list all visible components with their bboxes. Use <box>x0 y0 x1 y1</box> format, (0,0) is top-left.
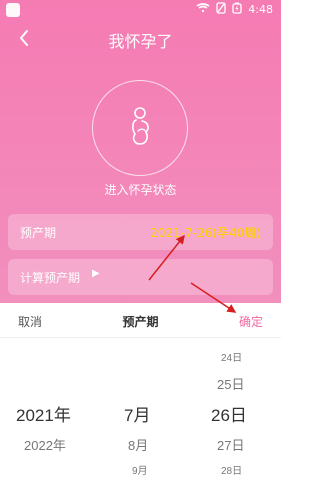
calculate-due-date-label: 计算预产期 <box>20 271 81 285</box>
page-title-text: 我怀孕了 <box>108 32 173 51</box>
month-option-selected[interactable]: 7月 <box>124 401 150 426</box>
day-option[interactable]: 24日 <box>221 349 242 364</box>
due-date-label: 预产期 <box>20 226 57 240</box>
day-option[interactable]: 28日 <box>221 462 242 477</box>
screen: 4:48 我怀孕了 进入怀孕状态 预产期 2021-7-26(孕40周) 计算预… <box>0 0 281 500</box>
notification-icon <box>6 3 20 17</box>
clock: 4:48 <box>248 3 273 16</box>
day-option-selected[interactable]: 26日 <box>211 401 247 426</box>
status-bar: 4:48 <box>0 0 281 20</box>
pregnancy-state-text: 进入怀孕状态 <box>104 183 177 197</box>
due-date-row[interactable]: 预产期 2021-7-26(孕40周) <box>8 214 273 250</box>
date-picker-sheet: 取消 预产期 确定 2021年 2022年 7月 8月 9月 24日 25日 2… <box>0 303 281 500</box>
day-option[interactable]: 27日 <box>217 435 244 454</box>
page-title: 我怀孕了 <box>0 24 281 56</box>
calculate-due-date-row[interactable]: 计算预产期 ▶ <box>8 259 273 295</box>
no-sim-icon <box>216 2 226 17</box>
year-option-selected[interactable]: 2021年 <box>16 401 71 426</box>
wifi-icon <box>196 3 210 16</box>
triangle-right-icon: ▶ <box>92 268 100 279</box>
status-right: 4:48 <box>196 2 273 17</box>
year-option[interactable]: 2022年 <box>24 435 66 454</box>
due-date-value: 2021-7-26(孕40周) <box>150 226 261 240</box>
month-option[interactable]: 9月 <box>132 462 148 477</box>
pregnant-woman-icon <box>122 104 158 152</box>
month-option[interactable]: 8月 <box>128 435 148 454</box>
confirm-button[interactable]: 确定 <box>239 313 263 330</box>
battery-icon <box>232 2 242 17</box>
day-option[interactable]: 25日 <box>217 374 244 393</box>
pregnancy-icon-ring <box>92 80 188 176</box>
picker-header: 取消 预产期 确定 <box>0 303 281 338</box>
